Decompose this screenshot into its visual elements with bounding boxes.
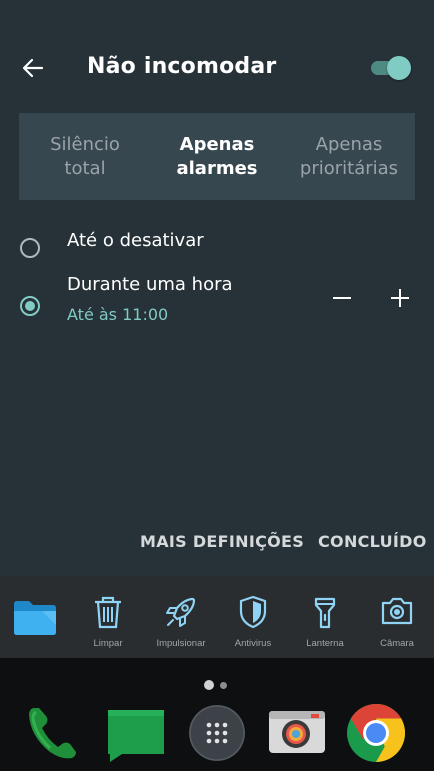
toggle-knob — [387, 56, 411, 80]
camera-app-icon — [269, 711, 325, 753]
quick-tools-bar: Limpar Impulsionar Antivirus Lanterna Câ… — [0, 576, 434, 658]
phone-app[interactable] — [20, 702, 84, 764]
radio-one-hour[interactable] — [20, 296, 40, 316]
clean-tool[interactable]: Limpar — [73, 576, 143, 658]
tab-total-silence[interactable]: Silêncio total — [19, 113, 151, 200]
chrome-app[interactable] — [344, 702, 408, 764]
camera-tool[interactable]: Câmara — [362, 576, 432, 658]
rocket-icon — [166, 597, 196, 627]
flashlight-tool[interactable]: Lanterna — [290, 576, 360, 658]
tab-priority-only[interactable]: Apenas prioritárias — [283, 113, 415, 200]
back-button[interactable] — [18, 54, 50, 82]
chrome-icon — [347, 704, 405, 762]
more-settings-button[interactable]: MAIS DEFINIÇÕES — [140, 532, 304, 551]
decrease-duration-button[interactable] — [328, 287, 356, 309]
shield-icon — [239, 595, 267, 629]
phone-icon — [29, 708, 76, 759]
do-not-disturb-panel: Não incomodar Silêncio total Apenas alar… — [0, 0, 434, 576]
folder-icon — [14, 601, 56, 635]
mode-tabs: Silêncio total Apenas alarmes Apenas pri… — [19, 113, 415, 200]
messages-icon — [108, 710, 164, 762]
camera-app[interactable] — [265, 702, 329, 764]
dnd-toggle[interactable] — [369, 56, 411, 80]
tab-alarms-only[interactable]: Apenas alarmes — [151, 113, 283, 200]
radio-until-off[interactable] — [20, 238, 40, 258]
tool-label: Câmara — [380, 638, 414, 649]
app-drawer-icon — [189, 705, 245, 761]
tab-label: Apenas prioritárias — [299, 133, 399, 179]
messages-app[interactable] — [104, 702, 168, 764]
antivirus-tool[interactable]: Antivirus — [218, 576, 288, 658]
boost-tool[interactable]: Impulsionar — [146, 576, 216, 658]
tool-label: Antivirus — [234, 638, 272, 649]
option-label-one-hour: Durante uma hora — [67, 274, 233, 295]
tab-label: Silêncio total — [50, 133, 120, 179]
back-arrow-icon — [22, 58, 44, 78]
camera-icon — [381, 597, 413, 625]
page-title: Não incomodar — [87, 54, 277, 79]
flashlight-icon — [314, 597, 336, 629]
page-indicator-active — [204, 680, 214, 690]
files-tool[interactable] — [0, 576, 70, 658]
page-indicator — [220, 682, 227, 689]
app-drawer[interactable] — [185, 702, 249, 764]
increase-duration-button[interactable] — [386, 287, 414, 309]
tool-label: Impulsionar — [156, 638, 206, 649]
option-sublabel-until-time: Até às 11:00 — [67, 305, 169, 324]
trash-icon — [95, 596, 121, 629]
option-label-until-off: Até o desativar — [67, 230, 204, 251]
tab-label: Apenas alarmes — [176, 133, 258, 179]
tool-label: Lanterna — [306, 638, 344, 649]
done-button[interactable]: CONCLUÍDO — [318, 532, 427, 551]
tool-label: Limpar — [93, 638, 123, 649]
